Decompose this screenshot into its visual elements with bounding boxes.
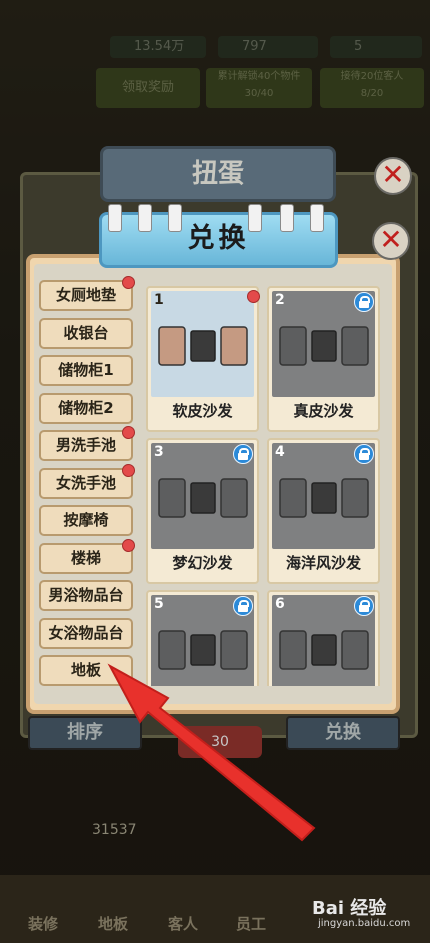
watermark-url: jingyan.baidu.com — [318, 918, 411, 929]
tab-guests[interactable]: 客人 — [168, 913, 198, 934]
tab-decor[interactable]: 装修 — [28, 913, 58, 934]
tab-floor[interactable]: 地板 — [98, 913, 128, 934]
tab-staff[interactable]: 员工 — [236, 913, 266, 934]
pointer-arrow — [107, 663, 316, 842]
watermark-brand: Bai 经验 — [312, 898, 387, 919]
